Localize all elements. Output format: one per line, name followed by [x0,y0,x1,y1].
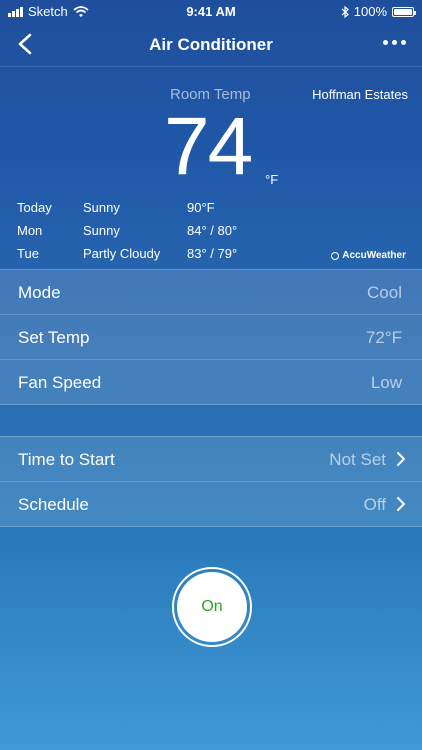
setting-row-fan-speed[interactable]: Fan Speed Low [0,359,422,404]
setting-label: Mode [18,283,61,302]
bluetooth-icon [341,5,349,18]
battery-percent: 100% [353,4,387,19]
forecast-day: Tue [17,246,39,261]
forecast-condition: Sunny [83,223,120,238]
chevron-right-icon [397,497,405,511]
timer-value: Not Set [329,450,386,469]
status-bar: Sketch 9:41 AM 100% [0,0,422,22]
accuweather-logo: AccuWeather [331,250,406,261]
temperature-unit: °F [265,172,279,187]
setting-value: Cool [367,283,402,302]
power-button-face: On [177,572,247,642]
forecast-temperature: 83° / 79° [187,246,238,261]
more-options-icon[interactable] [383,40,406,45]
room-temperature: 74 [164,101,253,192]
power-button[interactable]: On [172,567,252,647]
page-title: Air Conditioner [149,35,273,54]
setting-row-set-temp[interactable]: Set Temp 72°F [0,314,422,359]
timer-group: Time to Start Not Set Schedule Off [0,436,422,527]
forecast-condition: Partly Cloudy [83,246,161,261]
setting-value: Low [370,373,402,392]
forecast-day: Mon [17,223,43,238]
timer-label: Schedule [18,495,89,514]
accuweather-sun-icon [331,251,340,260]
setting-value: 72°F [365,328,402,347]
battery-icon [392,6,416,17]
accuweather-label: AccuWeather [342,250,406,261]
forecast-temperature: 84° / 80° [187,223,238,238]
timer-value: Off [363,495,386,514]
forecast-day: Today [17,200,52,215]
location-label: Hoffman Estates [312,87,408,102]
chevron-right-icon [397,452,405,466]
timer-row-time-to-start[interactable]: Time to Start Not Set [0,437,422,481]
navigation-bar: Air Conditioner [0,22,422,67]
forecast-temperature: 90°F [187,200,215,215]
settings-group: Mode Cool Set Temp 72°F Fan Speed Low [0,269,422,405]
setting-label: Set Temp [18,328,90,347]
power-label: On [201,598,223,615]
forecast-condition: Sunny [83,200,120,215]
timer-label: Time to Start [18,450,115,469]
timer-row-schedule[interactable]: Schedule Off [0,481,422,526]
setting-label: Fan Speed [18,373,102,392]
setting-row-mode[interactable]: Mode Cool [0,270,422,314]
